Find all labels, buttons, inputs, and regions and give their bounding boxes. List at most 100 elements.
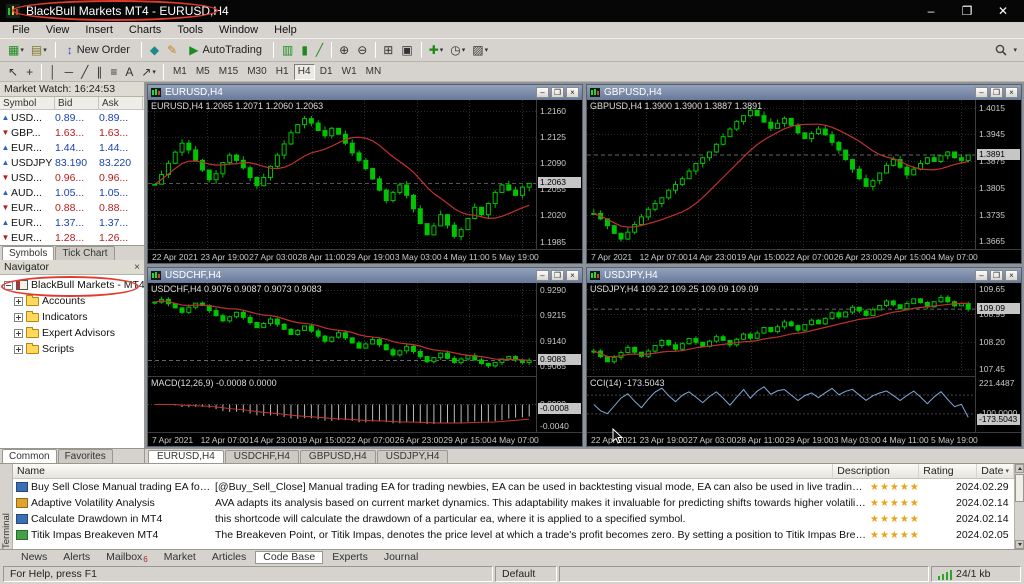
tree-expander-icon[interactable] bbox=[14, 312, 23, 322]
indicator-subwindow[interactable]: MACD(12,26,9) -0.0008 0.0000 bbox=[148, 376, 536, 432]
terminal-tab[interactable]: Mailbox 6 bbox=[99, 551, 155, 564]
menu-item[interactable]: Insert bbox=[77, 23, 121, 37]
timeframe-button[interactable]: W1 bbox=[338, 64, 361, 80]
periods-icon[interactable]: ◷ ▾ bbox=[447, 41, 468, 59]
chart-minimize-button[interactable]: – bbox=[975, 87, 988, 98]
market-watch-tab[interactable]: Tick Chart bbox=[55, 246, 115, 260]
chart-minimize-button[interactable]: – bbox=[536, 87, 549, 98]
time-axis[interactable]: 22 Apr 2021 23 Apr 19:00 27 Apr 03:00 28 Ap… bbox=[587, 432, 1021, 446]
chart-minimize-button[interactable]: – bbox=[536, 270, 549, 281]
chart-close-button[interactable]: × bbox=[566, 270, 579, 281]
toolbar-separator[interactable] bbox=[162, 63, 164, 80]
price-axis[interactable]: 1.4015 1.3945 1.3875 1.3805 1.3735 1.3665 1.38… bbox=[975, 100, 1021, 249]
chart-window-titlebar[interactable]: GBPUSD,H4 – ❐ × bbox=[587, 85, 1021, 100]
time-axis[interactable]: 7 Apr 2021 12 Apr 07:00 14 Apr 23:00 19 Apr… bbox=[148, 432, 582, 446]
channel-icon[interactable]: ∥ bbox=[93, 63, 106, 81]
chart-window-titlebar[interactable]: USDCHF,H4 – ❐ × bbox=[148, 268, 582, 283]
toolbar-separator[interactable] bbox=[41, 63, 43, 80]
market-watch-column[interactable]: Bid bbox=[55, 97, 99, 109]
scroll-down-icon[interactable] bbox=[1015, 540, 1024, 549]
menu-item[interactable]: Window bbox=[211, 23, 266, 37]
tree-expander-icon[interactable] bbox=[14, 344, 23, 354]
chart-canvas[interactable]: USDCHF,H4 0.9076 0.9087 0.9073 0.9083 MA… bbox=[148, 283, 582, 446]
profiles-icon[interactable]: ▤ ▾ bbox=[28, 41, 50, 59]
terminal-tab[interactable]: News bbox=[14, 551, 54, 564]
price-plot[interactable] bbox=[148, 100, 536, 249]
text-label-icon[interactable]: A bbox=[122, 63, 137, 81]
menu-item[interactable]: File bbox=[4, 23, 38, 37]
chart-window-titlebar[interactable]: USDJPY,H4 – ❐ × bbox=[587, 268, 1021, 283]
navigator-tab[interactable]: Common bbox=[2, 449, 57, 463]
terminal-column-header[interactable]: Description bbox=[833, 464, 920, 478]
price-plot[interactable] bbox=[148, 283, 536, 375]
fibonacci-icon[interactable]: ≡ bbox=[107, 63, 121, 81]
templates-icon[interactable]: ▨ ▾ bbox=[469, 41, 491, 59]
terminal-tab[interactable]: Experts bbox=[325, 551, 375, 564]
timeframe-button[interactable]: H1 bbox=[272, 64, 293, 80]
line-chart-mode-icon[interactable]: ╱ bbox=[313, 41, 327, 59]
close-icon[interactable]: × bbox=[134, 262, 140, 273]
zoom-out-icon[interactable]: ⊖ bbox=[354, 41, 371, 59]
timeframe-button[interactable]: MN bbox=[362, 64, 386, 80]
price-plot[interactable] bbox=[587, 283, 975, 375]
market-watch-row[interactable]: ▲ AUD... 1.05... 1.05... bbox=[0, 185, 144, 200]
window-maximize-button[interactable]: ❐ bbox=[960, 4, 974, 18]
navigator-item[interactable]: Indicators bbox=[10, 309, 144, 325]
window-close-button[interactable]: ✕ bbox=[996, 4, 1010, 18]
chart-tab[interactable]: EURUSD,H4 bbox=[148, 450, 224, 463]
market-watch-row[interactable]: ▲ USDJPY 83.190 83.220 bbox=[0, 155, 144, 170]
terminal-tab[interactable]: Market bbox=[157, 551, 203, 564]
market-watch-row[interactable]: ▼ EUR... 0.88... 0.88... bbox=[0, 200, 144, 215]
chart-restore-button[interactable]: ❐ bbox=[551, 270, 564, 281]
autotrading-button[interactable]: ▶ AutoTrading bbox=[183, 41, 268, 60]
chart-close-button[interactable]: × bbox=[566, 87, 579, 98]
navigator-item[interactable]: Expert Advisors bbox=[10, 325, 144, 341]
timeframe-button[interactable]: M30 bbox=[243, 64, 270, 80]
chart-close-button[interactable]: × bbox=[1005, 87, 1018, 98]
candlestick-mode-icon[interactable]: ▮ bbox=[298, 41, 312, 59]
navigator-item[interactable]: Scripts bbox=[10, 341, 144, 357]
timeframe-button[interactable]: H4 bbox=[293, 63, 315, 80]
market-watch-column[interactable]: Symbol bbox=[0, 97, 55, 109]
codebase-row[interactable]: Calculate Drawdown in MT4 this shortcode… bbox=[13, 511, 1014, 527]
menu-item[interactable]: View bbox=[38, 23, 78, 37]
toolbar-separator[interactable] bbox=[331, 42, 333, 58]
horizontal-line-icon[interactable]: ─ bbox=[62, 63, 78, 81]
market-watch-row[interactable]: ▼ USD... 0.96... 0.96... bbox=[0, 170, 144, 185]
toolbar-separator[interactable] bbox=[375, 42, 377, 58]
price-plot[interactable] bbox=[587, 100, 975, 249]
navigator-tab[interactable]: Favorites bbox=[57, 449, 113, 463]
timeframe-button[interactable]: M1 bbox=[169, 64, 191, 80]
menu-item[interactable]: Tools bbox=[169, 23, 211, 37]
toolbar-separator[interactable] bbox=[420, 42, 422, 58]
crosshair-icon[interactable]: + bbox=[23, 63, 37, 81]
chart-tab[interactable]: GBPUSD,H4 bbox=[299, 450, 376, 463]
chart-tab[interactable]: USDCHF,H4 bbox=[224, 450, 299, 463]
mql5-community-icon[interactable]: ◆ bbox=[147, 41, 163, 59]
metaeditor-icon[interactable]: ✎ bbox=[164, 41, 181, 59]
terminal-column-header[interactable]: Date ▾ bbox=[977, 464, 1014, 478]
chart-close-button[interactable]: × bbox=[1005, 270, 1018, 281]
chart-restore-button[interactable]: ❐ bbox=[551, 87, 564, 98]
terminal-column-header[interactable]: Rating bbox=[919, 464, 978, 478]
zoom-in-icon[interactable]: ⊕ bbox=[336, 41, 353, 59]
timeframe-button[interactable]: M15 bbox=[215, 64, 242, 80]
market-watch-row[interactable]: ▼ GBP... 1.63... 1.63... bbox=[0, 125, 144, 140]
price-axis[interactable]: 109.65 108.95 108.20 107.45 109.09 221.4487 -1… bbox=[975, 283, 1021, 432]
vertical-line-icon[interactable]: │ bbox=[46, 63, 61, 81]
menu-item[interactable]: Charts bbox=[121, 23, 169, 37]
chart-tab[interactable]: USDJPY,H4 bbox=[376, 450, 449, 463]
chart-minimize-button[interactable]: – bbox=[975, 270, 988, 281]
price-axis[interactable]: 1.2160 1.2125 1.2090 1.2055 1.2020 1.1985 1.20… bbox=[536, 100, 582, 249]
chart-restore-button[interactable]: ❐ bbox=[990, 270, 1003, 281]
time-axis[interactable]: 22 Apr 2021 23 Apr 19:00 27 Apr 03:00 28 Ap… bbox=[148, 249, 582, 263]
timeframe-button[interactable]: D1 bbox=[316, 64, 337, 80]
chart-canvas[interactable]: GBPUSD,H4 1.3900 1.3900 1.3887 1.3891 1.… bbox=[587, 100, 1021, 263]
terminal-tab[interactable]: Journal bbox=[377, 551, 425, 564]
window-minimize-button[interactable]: – bbox=[924, 4, 938, 18]
scrollbar-thumb[interactable] bbox=[1015, 474, 1024, 502]
market-watch-tab[interactable]: Symbols bbox=[2, 246, 55, 260]
status-profile[interactable]: Default bbox=[495, 566, 557, 582]
new-chart-icon[interactable]: ▦ ▾ bbox=[5, 41, 27, 59]
chart-restore-button[interactable]: ❐ bbox=[990, 87, 1003, 98]
